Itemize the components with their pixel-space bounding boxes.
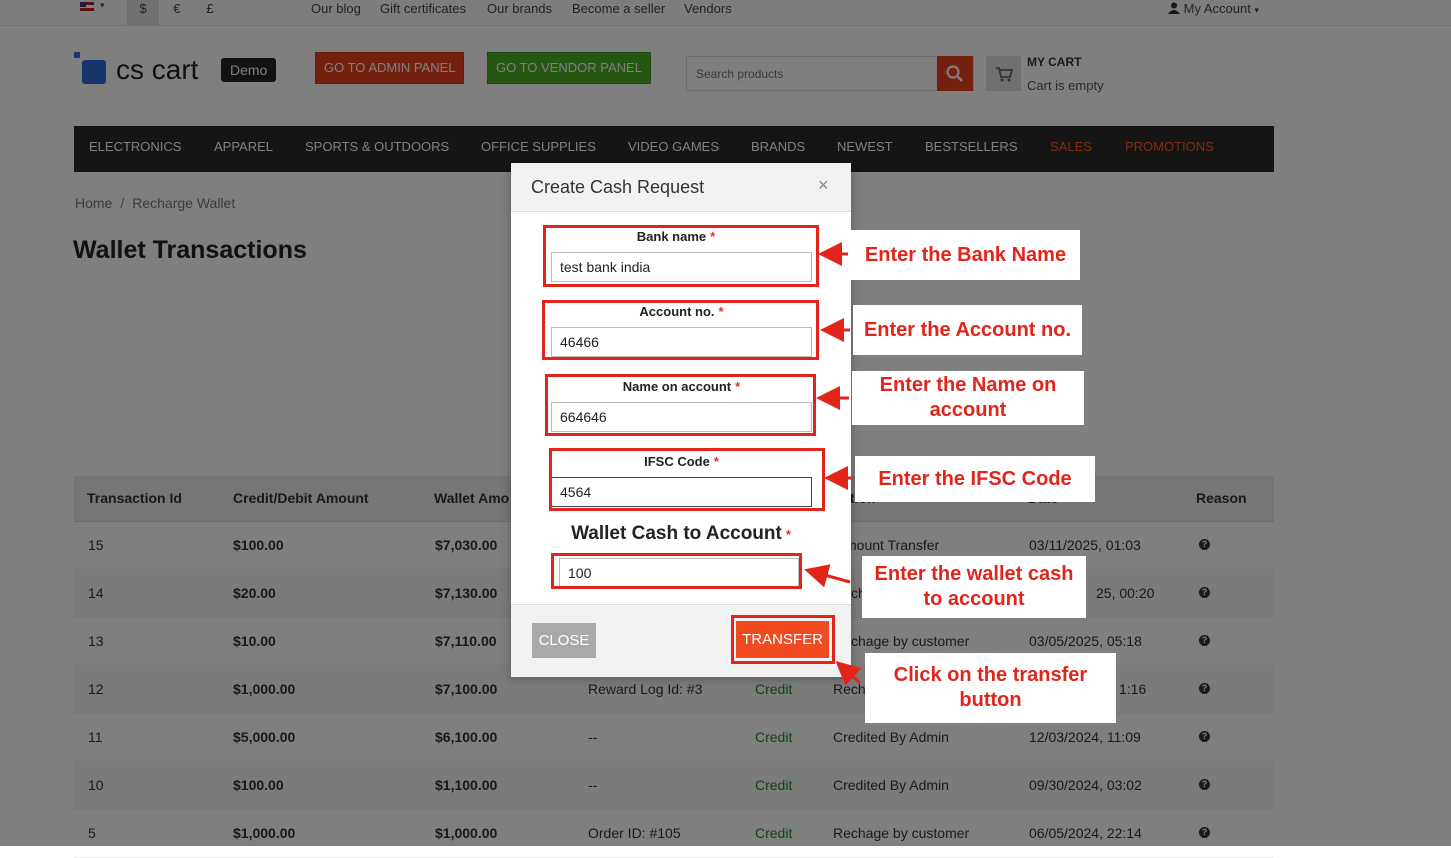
highlight-account-no <box>542 300 819 360</box>
highlight-name-on-account <box>545 374 816 436</box>
annotation-bank-name: Enter the Bank Name <box>851 230 1080 280</box>
dialog-header: Create Cash Request × <box>511 163 851 212</box>
annotation-text: Enter the IFSC Code <box>878 467 1072 490</box>
annotation-wallet-cash: Enter the wallet cash to account <box>862 556 1086 618</box>
annotation-text: to account <box>923 588 1025 610</box>
annotation-text: Click on the transfer <box>893 664 1088 686</box>
annotation-text: button <box>959 689 1022 711</box>
dialog-title: Create Cash Request <box>531 177 705 197</box>
wallet-cash-label-text: Wallet Cash to Account <box>571 523 782 544</box>
annotation-text: Enter the Name on <box>879 374 1057 396</box>
annotation-ifsc-code: Enter the IFSC Code <box>855 456 1095 502</box>
highlight-bank-name <box>543 225 819 287</box>
annotation-account-no: Enter the Account no. <box>853 305 1082 355</box>
page: ▾ $ € £ Our blog Gift certificates Our b… <box>0 0 1451 858</box>
wallet-cash-label: Wallet Cash to Account * <box>531 523 831 545</box>
annotation-text: Enter the Account no. <box>863 318 1072 341</box>
annotation-transfer: Click on the transfer button <box>865 653 1116 723</box>
close-button[interactable]: CLOSE <box>532 623 596 658</box>
annotation-text: Enter the wallet cash <box>874 563 1074 585</box>
highlight-ifsc-code <box>549 448 825 511</box>
close-icon[interactable]: × <box>818 175 829 196</box>
annotation-text: Enter the Bank Name <box>864 243 1067 266</box>
annotation-name-on-account: Enter the Name on account <box>852 371 1084 425</box>
highlight-transfer-button <box>731 615 835 664</box>
highlight-wallet-cash <box>551 553 802 589</box>
required-mark: * <box>785 527 791 542</box>
annotation-text: account <box>929 399 1007 421</box>
